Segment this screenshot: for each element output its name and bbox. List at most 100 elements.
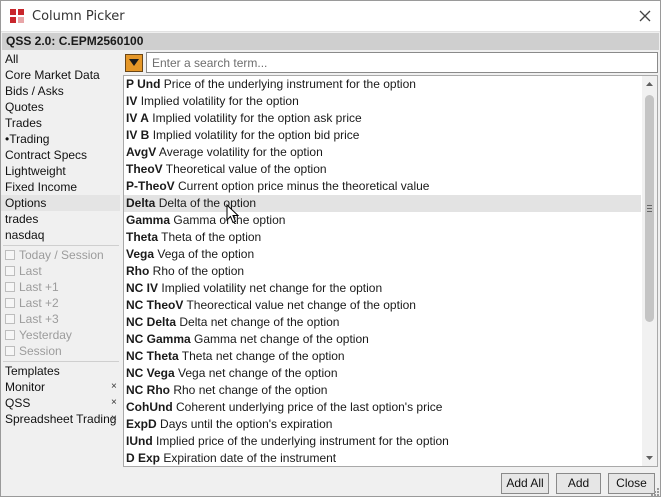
list-item[interactable]: P-TheoV Current option price minus the t… bbox=[124, 178, 641, 195]
list-item[interactable]: NC Gamma Gamma net change of the option bbox=[124, 331, 641, 348]
column-code: Vega bbox=[126, 247, 155, 261]
add-button[interactable]: Add bbox=[556, 473, 601, 494]
column-description: Implied volatility net change for the op… bbox=[161, 281, 383, 295]
category-item-contract-specs[interactable]: Contract Specs bbox=[5, 147, 87, 163]
template-item-qss[interactable]: QSS bbox=[5, 395, 30, 411]
checkbox[interactable] bbox=[5, 282, 15, 292]
column-code: NC Vega bbox=[126, 366, 175, 380]
session-label: Last +1 bbox=[19, 280, 59, 294]
column-code: P-TheoV bbox=[126, 179, 175, 193]
list-item[interactable]: NC Delta Delta net change of the option bbox=[124, 314, 641, 331]
session-item-last-1[interactable]: Last +1 bbox=[5, 279, 59, 295]
remove-template-icon[interactable]: × bbox=[111, 395, 117, 411]
list-item[interactable]: IV A Implied volatility for the option a… bbox=[124, 110, 641, 127]
list-item[interactable]: Gamma Gamma of the option bbox=[124, 212, 641, 229]
column-description: Expiration date of the instrument bbox=[163, 451, 337, 465]
category-item-nasdaq[interactable]: nasdaq bbox=[5, 227, 44, 243]
checkbox[interactable] bbox=[5, 330, 15, 340]
template-item-monitor[interactable]: Monitor bbox=[5, 379, 45, 395]
session-label: Last +3 bbox=[19, 312, 59, 326]
chevron-down-icon[interactable] bbox=[642, 450, 657, 466]
list-item[interactable]: NC IV Implied volatility net change for … bbox=[124, 280, 641, 297]
column-description: Implied price of the underlying instrume… bbox=[156, 434, 449, 448]
session-item-last[interactable]: Last bbox=[5, 263, 42, 279]
list-item[interactable]: NC Vega Vega net change of the option bbox=[124, 365, 641, 382]
column-description: Coherent underlying price of the last op… bbox=[176, 400, 443, 414]
checkbox[interactable] bbox=[5, 314, 15, 324]
column-code: TheoV bbox=[126, 162, 163, 176]
category-item-trades[interactable]: Trades bbox=[5, 115, 42, 131]
checkbox[interactable] bbox=[5, 266, 15, 276]
column-description: Average volatility for the option bbox=[158, 145, 323, 159]
category-item-all[interactable]: All bbox=[5, 51, 18, 67]
search-input[interactable] bbox=[146, 52, 658, 73]
list-item[interactable]: TheoV Theoretical value of the option bbox=[124, 161, 641, 178]
sidebar-divider bbox=[3, 361, 119, 362]
close-icon[interactable] bbox=[637, 8, 653, 24]
list-item[interactable]: IV B Implied volatility for the option b… bbox=[124, 127, 641, 144]
list-item-hovered[interactable]: Delta Delta of the option bbox=[124, 195, 641, 212]
checkbox[interactable] bbox=[5, 346, 15, 356]
session-item-last-2[interactable]: Last +2 bbox=[5, 295, 59, 311]
chevron-up-icon[interactable] bbox=[642, 76, 657, 92]
category-item-core-market-data[interactable]: Core Market Data bbox=[5, 67, 100, 83]
checkbox[interactable] bbox=[5, 250, 15, 260]
session-label: Yesterday bbox=[19, 328, 72, 342]
column-code: NC IV bbox=[126, 281, 159, 295]
list-item[interactable]: P Und Price of the underlying instrument… bbox=[124, 76, 641, 93]
grip-icon bbox=[647, 205, 652, 212]
checkbox[interactable] bbox=[5, 298, 15, 308]
column-list[interactable]: P Und Price of the underlying instrument… bbox=[123, 75, 658, 467]
list-item[interactable]: ExpD Days until the option's expiration bbox=[124, 416, 641, 433]
column-description: Theta of the option bbox=[161, 230, 262, 244]
list-item[interactable]: AvgV Average volatility for the option bbox=[124, 144, 641, 161]
remove-template-icon[interactable]: × bbox=[111, 411, 117, 427]
column-description: Delta net change of the option bbox=[179, 315, 340, 329]
session-label: Last bbox=[19, 264, 42, 278]
column-code: NC Theta bbox=[126, 349, 179, 363]
category-item-options[interactable]: Options bbox=[1, 195, 120, 211]
list-item[interactable]: NC Theta Theta net change of the option bbox=[124, 348, 641, 365]
column-code: NC Rho bbox=[126, 383, 170, 397]
column-description: Price of the underlying instrument for t… bbox=[163, 77, 416, 91]
session-item-today[interactable]: Today / Session bbox=[5, 247, 104, 263]
category-item-trades-custom[interactable]: trades bbox=[5, 211, 38, 227]
category-item-bids-asks[interactable]: Bids / Asks bbox=[5, 83, 64, 99]
close-button[interactable]: Close bbox=[608, 473, 655, 494]
list-item[interactable]: CohUnd Coherent underlying price of the … bbox=[124, 399, 641, 416]
category-item-fixed-income[interactable]: Fixed Income bbox=[5, 179, 77, 195]
filter-button[interactable] bbox=[125, 54, 143, 72]
title-bar[interactable]: Column Picker bbox=[1, 1, 660, 32]
resize-grip-icon[interactable] bbox=[649, 486, 659, 496]
list-item[interactable]: D Exp Expiration date of the instrument bbox=[124, 450, 641, 466]
column-code: ExpD bbox=[126, 417, 157, 431]
list-item[interactable]: NC Rho Rho net change of the option bbox=[124, 382, 641, 399]
session-item-session[interactable]: Session bbox=[5, 343, 62, 359]
category-sidebar: All Core Market Data Bids / Asks Quotes … bbox=[1, 51, 122, 463]
session-item-last-3[interactable]: Last +3 bbox=[5, 311, 59, 327]
app-logo-icon bbox=[10, 9, 24, 23]
scrollbar-thumb[interactable] bbox=[645, 95, 654, 322]
session-item-yesterday[interactable]: Yesterday bbox=[5, 327, 72, 343]
category-item-trading[interactable]: •Trading bbox=[5, 131, 49, 147]
column-picker-window: Column Picker QSS 2.0: C.EPM2560100 All … bbox=[0, 0, 661, 497]
column-code: AvgV bbox=[126, 145, 157, 159]
category-item-quotes[interactable]: Quotes bbox=[5, 99, 44, 115]
template-item-spreadsheet-trading[interactable]: Spreadsheet Trading bbox=[5, 411, 116, 427]
column-description: Current option price minus the theoretic… bbox=[178, 179, 430, 193]
add-all-button[interactable]: Add All bbox=[501, 473, 549, 494]
list-item[interactable]: Rho Rho of the option bbox=[124, 263, 641, 280]
templates-heading[interactable]: Templates bbox=[5, 363, 60, 379]
column-description: Theta net change of the option bbox=[181, 349, 345, 363]
list-item[interactable]: NC TheoV Theorectical value net change o… bbox=[124, 297, 641, 314]
vertical-scrollbar[interactable] bbox=[642, 76, 657, 466]
list-item[interactable]: Vega Vega of the option bbox=[124, 246, 641, 263]
list-item[interactable]: IV Implied volatility for the option bbox=[124, 93, 641, 110]
remove-template-icon[interactable]: × bbox=[111, 379, 117, 395]
column-code: D Exp bbox=[126, 451, 161, 465]
category-item-lightweight[interactable]: Lightweight bbox=[5, 163, 66, 179]
column-description: Delta of the option bbox=[158, 196, 257, 210]
column-code: NC TheoV bbox=[126, 298, 184, 312]
list-item[interactable]: IUnd Implied price of the underlying ins… bbox=[124, 433, 641, 450]
list-item[interactable]: Theta Theta of the option bbox=[124, 229, 641, 246]
